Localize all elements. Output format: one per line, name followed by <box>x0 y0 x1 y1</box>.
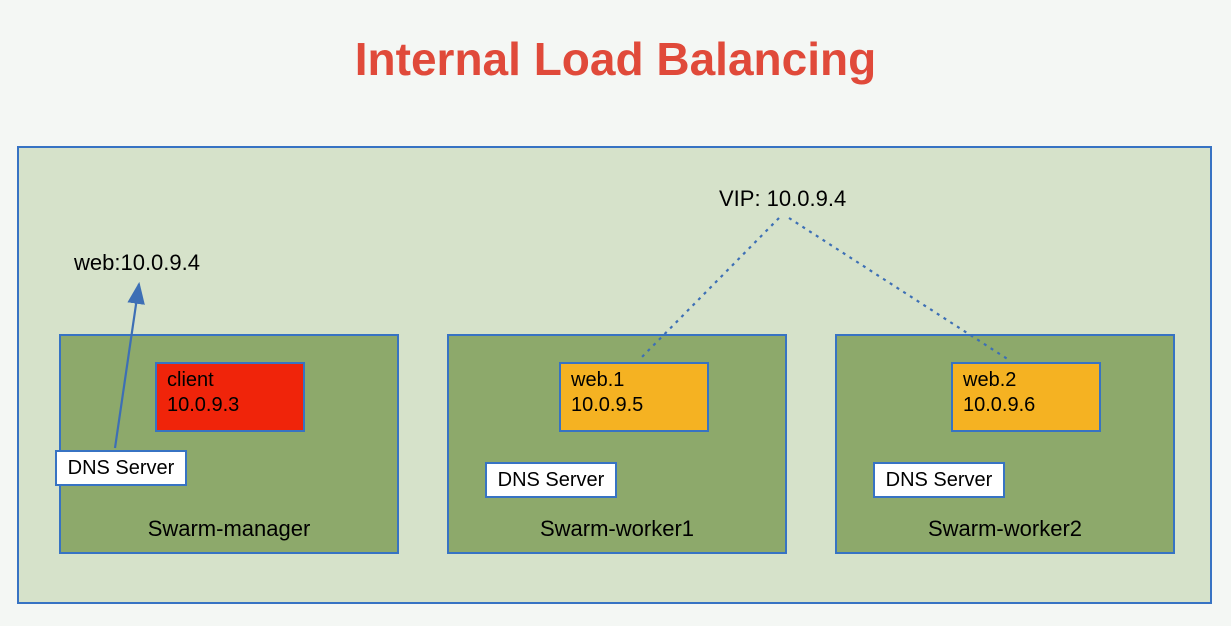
diagram-canvas: VIP: 10.0.9.4 web:10.0.9.4 client 10.0.9… <box>17 146 1212 604</box>
container-ip: 10.0.9.6 <box>963 394 1035 416</box>
container-ip: 10.0.9.3 <box>167 394 239 416</box>
dns-server-box: DNS Server <box>873 462 1005 498</box>
web-resolve-label: web:10.0.9.4 <box>74 250 200 276</box>
container-ip: 10.0.9.5 <box>571 394 643 416</box>
node-swarm-worker2: web.2 10.0.9.6 DNS Server Swarm-worker2 <box>835 334 1175 554</box>
node-label: Swarm-worker2 <box>837 516 1173 542</box>
container-name: client <box>167 369 214 391</box>
diagram-title: Internal Load Balancing <box>0 32 1231 86</box>
node-swarm-manager: client 10.0.9.3 DNS Server Swarm-manager <box>59 334 399 554</box>
container-client: client 10.0.9.3 <box>155 362 305 432</box>
dns-server-box: DNS Server <box>485 462 617 498</box>
container-web2: web.2 10.0.9.6 <box>951 362 1101 432</box>
node-label: Swarm-manager <box>61 516 397 542</box>
node-label: Swarm-worker1 <box>449 516 785 542</box>
container-web1: web.1 10.0.9.5 <box>559 362 709 432</box>
vip-label: VIP: 10.0.9.4 <box>719 186 846 212</box>
dns-server-box: DNS Server <box>55 450 187 486</box>
container-name: web.2 <box>963 369 1016 391</box>
container-name: web.1 <box>571 369 624 391</box>
node-swarm-worker1: web.1 10.0.9.5 DNS Server Swarm-worker1 <box>447 334 787 554</box>
